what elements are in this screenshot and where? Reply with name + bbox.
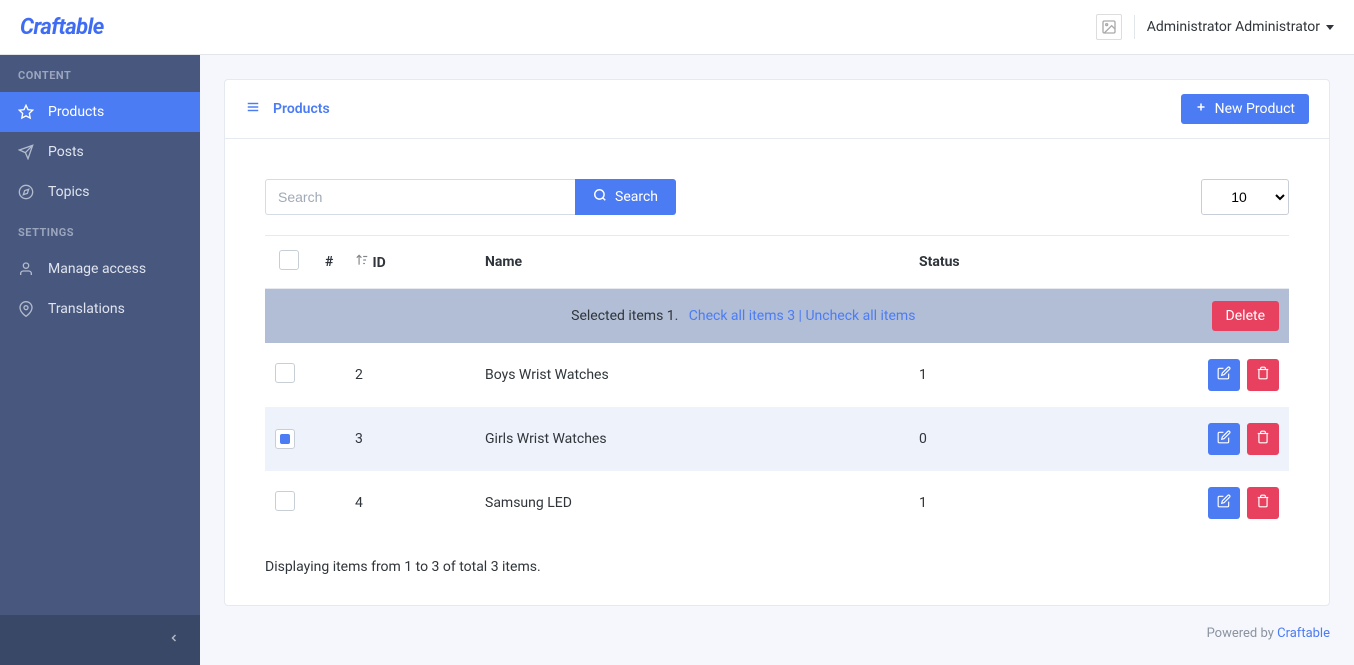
selected-count-label: Selected items 1. (571, 308, 678, 324)
sidebar: CONTENT Products Posts Topics SETTINGS M… (0, 55, 200, 665)
sidebar-item-manage-access[interactable]: Manage access (0, 249, 200, 289)
search-group: Search (265, 179, 676, 215)
cell-name: Girls Wrist Watches (475, 407, 909, 471)
cell-status: 0 (909, 407, 1189, 471)
selected-text-wrap: Selected items 1. Check all items 3 | Un… (275, 308, 1212, 324)
sidebar-item-translations[interactable]: Translations (0, 289, 200, 329)
footer: Powered by Craftable (224, 606, 1330, 641)
col-header-status[interactable]: Status (909, 236, 1189, 289)
app-body: CONTENT Products Posts Topics SETTINGS M… (0, 55, 1354, 665)
check-all-link[interactable]: Check all items 3 (689, 308, 795, 324)
sidebar-item-label: Posts (48, 144, 84, 160)
card-body: Search 10 # (225, 139, 1329, 605)
cell-status: 1 (909, 471, 1189, 535)
page-size-select[interactable]: 10 (1201, 179, 1289, 215)
brand-logo[interactable]: Craftable (20, 15, 104, 40)
card-title: Products (273, 101, 330, 117)
user-icon (18, 261, 34, 277)
sidebar-item-posts[interactable]: Posts (0, 132, 200, 172)
new-product-label: New Product (1215, 101, 1295, 117)
card-title-wrap: Products (245, 100, 330, 118)
app-header: Craftable Administrator Administrator (0, 0, 1354, 55)
col-header-actions (1189, 236, 1289, 289)
delete-button[interactable] (1247, 487, 1279, 519)
edit-icon (1217, 430, 1231, 448)
location-icon (18, 301, 34, 317)
col-header-id-label: ID (372, 255, 385, 271)
compass-icon (18, 184, 34, 200)
cell-id: 4 (345, 471, 475, 535)
delete-button[interactable] (1247, 423, 1279, 455)
bulk-delete-button[interactable]: Delete (1212, 301, 1279, 331)
delete-button[interactable] (1247, 359, 1279, 391)
sidebar-item-label: Manage access (48, 261, 146, 277)
row-checkbox[interactable] (275, 429, 295, 449)
trash-icon (1256, 366, 1270, 384)
edit-button[interactable] (1208, 359, 1240, 391)
trash-icon (1256, 430, 1270, 448)
sidebar-collapse-toggle[interactable] (0, 615, 200, 665)
chevron-down-icon (1326, 25, 1334, 30)
sidebar-item-label: Topics (48, 184, 89, 200)
list-icon (245, 100, 261, 118)
chevron-left-icon (168, 632, 180, 648)
plus-icon (1195, 101, 1207, 117)
col-header-id[interactable]: ID (345, 236, 475, 289)
link-separator: | (795, 308, 805, 324)
trash-icon (1256, 494, 1270, 512)
sidebar-item-topics[interactable]: Topics (0, 172, 200, 212)
pagination-info: Displaying items from 1 to 3 of total 3 … (265, 559, 1289, 575)
cell-id: 2 (345, 343, 475, 407)
sidebar-section-content: CONTENT (0, 55, 200, 92)
edit-button[interactable] (1208, 487, 1240, 519)
col-header-hash[interactable]: # (315, 236, 345, 289)
edit-icon (1217, 366, 1231, 384)
sidebar-item-label: Translations (48, 301, 125, 317)
uncheck-all-link[interactable]: Uncheck all items (805, 308, 915, 324)
divider (1134, 15, 1135, 39)
cell-name: Samsung LED (475, 471, 909, 535)
header-right: Administrator Administrator (1096, 14, 1334, 40)
row-checkbox[interactable] (275, 491, 295, 511)
new-product-button[interactable]: New Product (1181, 94, 1309, 124)
avatar-icon (1096, 14, 1122, 40)
sort-icon (355, 255, 372, 271)
user-label: Administrator Administrator (1147, 19, 1320, 35)
table-row: 3 Girls Wrist Watches 0 (265, 407, 1289, 471)
cell-name: Boys Wrist Watches (475, 343, 909, 407)
row-checkbox[interactable] (275, 363, 295, 383)
col-header-checkbox (265, 236, 315, 289)
products-table: # ID Name Status (265, 235, 1289, 535)
search-input[interactable] (265, 179, 575, 215)
card-header: Products New Product (225, 80, 1329, 139)
edit-button[interactable] (1208, 423, 1240, 455)
selected-items-bar: Selected items 1. Check all items 3 | Un… (265, 289, 1289, 344)
table-row: 4 Samsung LED 1 (265, 471, 1289, 535)
search-button[interactable]: Search (575, 179, 676, 215)
cell-status: 1 (909, 343, 1189, 407)
main-content: Products New Product (200, 55, 1354, 665)
star-icon (18, 104, 34, 120)
footer-craftable-link[interactable]: Craftable (1277, 626, 1330, 641)
table-header-row: # ID Name Status (265, 236, 1289, 289)
user-dropdown[interactable]: Administrator Administrator (1147, 19, 1334, 35)
sidebar-section-settings: SETTINGS (0, 212, 200, 249)
products-card: Products New Product (224, 79, 1330, 606)
cell-id: 3 (345, 407, 475, 471)
toolbar: Search 10 (265, 179, 1289, 215)
sidebar-item-products[interactable]: Products (0, 92, 200, 132)
footer-powered-label: Powered by (1207, 626, 1278, 641)
col-header-name[interactable]: Name (475, 236, 909, 289)
search-button-label: Search (615, 189, 658, 205)
edit-icon (1217, 494, 1231, 512)
search-icon (593, 188, 607, 206)
sidebar-item-label: Products (48, 104, 104, 120)
select-all-checkbox[interactable] (279, 250, 299, 270)
table-row: 2 Boys Wrist Watches 1 (265, 343, 1289, 407)
send-icon (18, 144, 34, 160)
